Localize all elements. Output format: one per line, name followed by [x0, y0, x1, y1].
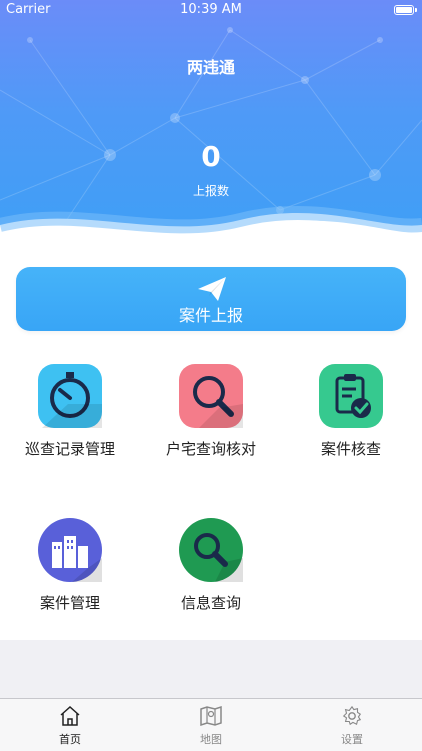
case-report-button[interactable]: 案件上报	[16, 267, 406, 331]
tab-label: 地图	[200, 733, 222, 746]
buildings-icon	[38, 518, 102, 582]
report-count: 0	[201, 140, 221, 173]
stopwatch-icon	[38, 364, 102, 428]
tile-patrol-records[interactable]: 巡查记录管理	[0, 364, 140, 459]
tile-label: 案件核查	[320, 440, 381, 458]
tile-label: 案件管理	[39, 594, 100, 612]
tile-case-management[interactable]: 案件管理	[0, 518, 140, 613]
tab-map[interactable]: 地图	[141, 699, 281, 751]
map-icon	[200, 705, 222, 727]
gear-icon	[342, 705, 362, 726]
tile-label: 户宅查询核对	[165, 440, 256, 458]
tile-info-query[interactable]: 信息查询	[141, 518, 281, 613]
search-icon	[179, 518, 243, 582]
tab-label: 设置	[341, 733, 363, 746]
status-bar: Carrier 10:39 AM	[0, 0, 422, 20]
tile-label: 信息查询	[180, 594, 241, 612]
page-title: 两违通	[186, 58, 235, 77]
clipboard-check-icon	[319, 364, 383, 428]
tab-home[interactable]: 首页	[0, 699, 140, 751]
home-icon	[60, 705, 80, 726]
search-icon	[179, 364, 243, 428]
paper-plane-icon	[198, 277, 226, 301]
battery-icon	[394, 5, 417, 15]
tile-case-verification[interactable]: 案件核查	[281, 364, 421, 459]
tab-label: 首页	[59, 733, 81, 746]
case-report-label: 案件上报	[178, 306, 243, 325]
clock: 10:39 AM	[180, 2, 242, 17]
tile-household-lookup[interactable]: 户宅查询核对	[141, 364, 281, 459]
wave-divider	[0, 206, 422, 255]
tab-settings[interactable]: 设置	[282, 699, 422, 751]
tab-bar: 首页 地图 设置	[0, 698, 422, 751]
tile-label: 巡查记录管理	[24, 440, 115, 458]
